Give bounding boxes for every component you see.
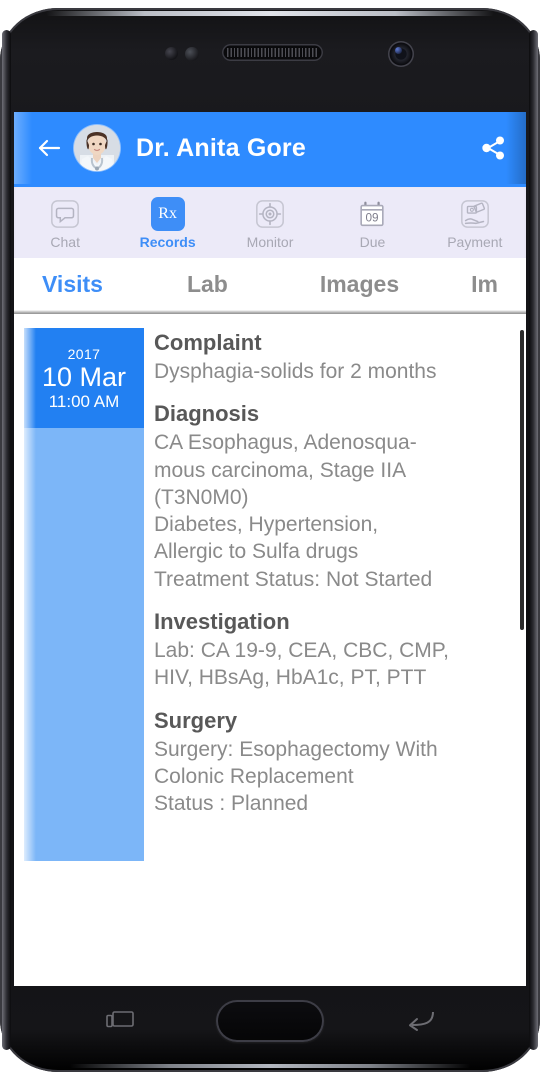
share-icon: [482, 136, 504, 160]
visit-date-rail[interactable]: 2017 10 Mar 11:00 AM: [24, 328, 144, 861]
share-button[interactable]: [478, 133, 508, 163]
tab-images[interactable]: Images: [320, 271, 399, 298]
icon-tab-payment[interactable]: Payment: [424, 192, 526, 250]
section-text-complaint: Dysphagia-solids for 2 months: [154, 360, 437, 383]
scrollbar-thumb[interactable]: [520, 330, 524, 630]
avatar[interactable]: [74, 125, 120, 171]
section-title-diagnosis: Diagnosis: [154, 401, 260, 427]
chat-bubble-icon: [48, 197, 82, 231]
icon-tab-bar: Chat Rx Records Monitor 09 Due Payment: [14, 184, 526, 258]
back-nav-icon: [409, 1011, 434, 1031]
tab-im-truncated[interactable]: Im: [471, 271, 498, 298]
phone-right-edge: [529, 30, 538, 1050]
section-tab-bar: Visits Lab Images Im: [14, 258, 526, 310]
calendar-icon: 09: [355, 197, 389, 231]
svg-text:09: 09: [366, 212, 379, 225]
proximity-sensor-icon: [165, 47, 178, 60]
app-screen: Dr. Anita Gore Chat Rx Records Monitor 0…: [14, 112, 526, 986]
back-button[interactable]: [406, 1008, 436, 1032]
frame-bottom-highlight: [70, 1064, 470, 1068]
icon-tab-label-payment: Payment: [447, 234, 503, 250]
visit-time: 11:00 AM: [48, 392, 120, 412]
rail-highlight: [24, 328, 36, 861]
icon-tab-label-chat: Chat: [50, 234, 80, 250]
section-text-investigation: Lab: CA 19-9, CEA, CBC, CMP, HIV, HBsAg,…: [154, 639, 449, 690]
earpiece-speaker-icon: [222, 44, 323, 61]
section-title-surgery: Surgery: [154, 707, 238, 733]
rx-icon: Rx: [150, 197, 185, 231]
monitor-target-icon: [253, 197, 287, 231]
rx-glyph: Rx: [150, 197, 185, 231]
front-camera-icon: [388, 41, 414, 67]
icon-tab-label-records: Records: [139, 234, 196, 250]
recents-icon: [106, 1011, 134, 1028]
icon-tab-monitor[interactable]: Monitor: [219, 192, 321, 250]
section-title-complaint: Complaint: [154, 330, 262, 355]
visit-year: 2017: [67, 345, 101, 362]
icon-tab-chat[interactable]: Chat: [14, 192, 116, 250]
tab-lab[interactable]: Lab: [187, 271, 228, 298]
icon-tab-records[interactable]: Rx Records: [116, 192, 218, 250]
app-header-bar: Dr. Anita Gore: [14, 112, 526, 184]
section-text-surgery: Surgery: Esophagectomy With Colonic Repl…: [154, 737, 438, 816]
back-arrow-button[interactable]: [36, 135, 62, 161]
back-arrow-icon: [38, 139, 61, 157]
recents-button[interactable]: [106, 1010, 134, 1032]
frame-top-highlight: [46, 11, 494, 16]
visit-date-header: 2017 10 Mar 11:00 AM: [24, 328, 144, 428]
page-title: Dr. Anita Gore: [136, 133, 306, 162]
icon-tab-due[interactable]: 09 Due: [321, 192, 423, 250]
visit-content-area: 2017 10 Mar 11:00 AM Complaint Dysphagia…: [14, 314, 526, 862]
tab-visits[interactable]: Visits: [42, 271, 103, 298]
icon-tab-label-monitor: Monitor: [246, 234, 294, 250]
scrollbar[interactable]: [520, 330, 524, 858]
visit-details: Complaint Dysphagia-solids for 2 months …: [154, 328, 518, 818]
payment-hand-icon: [458, 197, 492, 231]
icon-tab-label-due: Due: [359, 234, 386, 250]
section-text-diagnosis: CA Esophagus, Adenosqua- mous carcinoma,…: [154, 431, 433, 591]
doctor-avatar-icon: [74, 125, 120, 171]
phone-device-frame: Dr. Anita Gore Chat Rx Records Monitor 0…: [0, 8, 540, 1072]
home-button[interactable]: [216, 1000, 324, 1042]
section-title-investigation: Investigation: [154, 609, 290, 635]
phone-left-edge: [2, 30, 11, 1050]
light-sensor-icon: [185, 47, 199, 61]
earpiece-mesh: [227, 48, 318, 57]
visit-date: 10 Mar: [41, 361, 127, 392]
